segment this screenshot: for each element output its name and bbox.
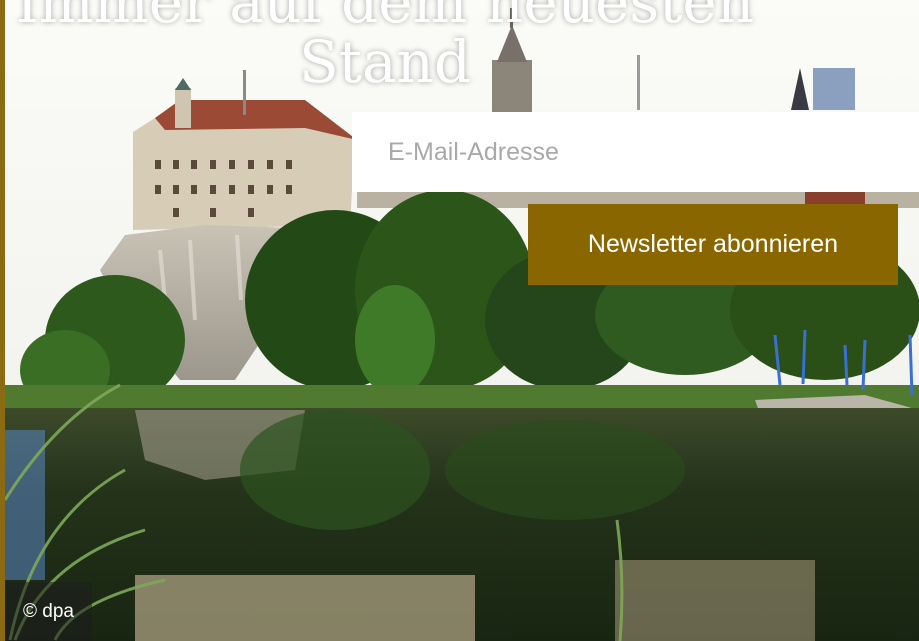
subscribe-button[interactable]: Newsletter abonnieren bbox=[528, 204, 898, 285]
page-title: Immer auf dem neuesten Stand bbox=[0, 0, 770, 92]
background-photo bbox=[5, 0, 919, 641]
email-input[interactable] bbox=[352, 112, 919, 192]
photo-credit: © dpa bbox=[5, 582, 92, 641]
newsletter-hero: Immer auf dem neuesten Stand Newsletter … bbox=[0, 0, 919, 641]
title-line-2: Stand bbox=[298, 28, 472, 96]
accent-stripe bbox=[0, 0, 5, 641]
